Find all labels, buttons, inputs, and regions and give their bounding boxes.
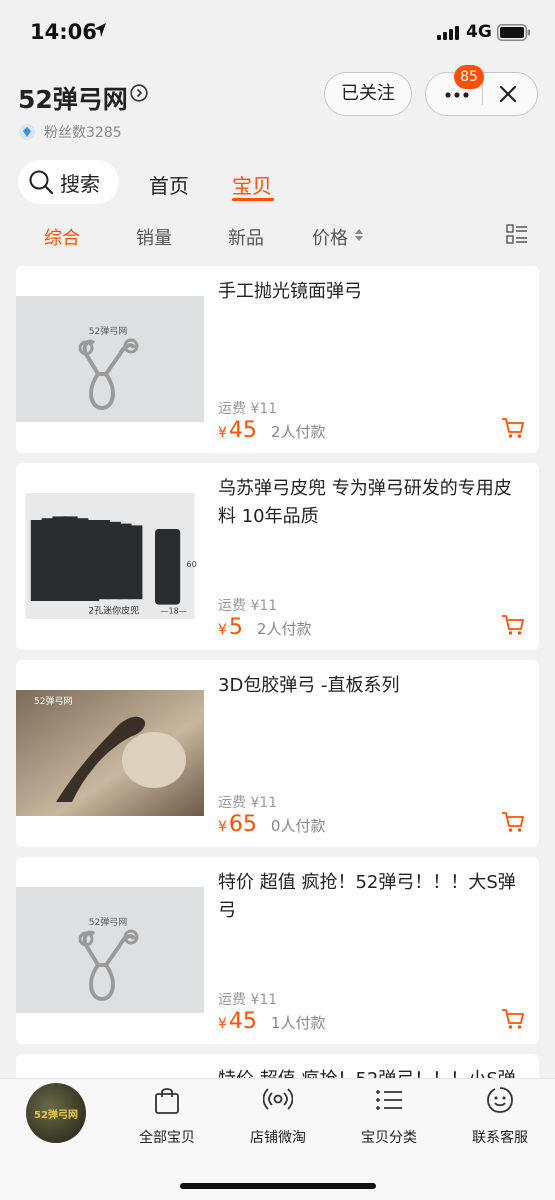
sort-comprehensive[interactable]: 综合 (44, 224, 80, 250)
status-bar: 14:06 4G (0, 0, 555, 66)
tab-home[interactable]: 首页 (149, 170, 189, 199)
image-dimension: —18— (160, 606, 186, 616)
shop-name[interactable]: 52弹弓网 (18, 80, 128, 116)
chat-face-icon (487, 1087, 513, 1113)
paid-count: 1人付款 (270, 1014, 326, 1032)
image-watermark: 52弹弓网 (34, 695, 72, 707)
price: 5 (228, 615, 243, 640)
shop-header: 14:06 4G 52弹弓网 粉丝数3285 已关注 85 搜索 首页 宝贝 综… (0, 0, 555, 256)
product-image[interactable]: 60 —18— 2孔迷你皮兜 (16, 493, 204, 619)
network-type: 4G (466, 22, 492, 42)
fans-count: 粉丝数3285 (18, 122, 122, 142)
tab-label: 全部宝贝 (139, 1130, 195, 1146)
location-arrow-icon (94, 23, 106, 37)
list-icon (376, 1090, 402, 1110)
shipping-fee: 运费 ¥11 (218, 795, 278, 811)
sort-arrows-icon (355, 229, 363, 241)
image-dimension: 60 (187, 559, 197, 569)
message-badge: 85 (454, 65, 484, 89)
battery-icon (497, 24, 530, 41)
price: 45 (228, 1009, 257, 1034)
sort-sales[interactable]: 销量 (136, 224, 172, 250)
tab-label: 店铺微淘 (250, 1130, 306, 1146)
tab-categories[interactable]: 宝贝分类 (344, 1085, 434, 1147)
tab-shop-feed[interactable]: 店铺微淘 (233, 1085, 323, 1147)
product-image[interactable]: 52弹弓网 (16, 690, 204, 816)
price: 65 (228, 812, 257, 837)
product-card[interactable]: 52弹弓网 特价 超值 疯抢！52弹弓！！！大S弹弓 运费 ¥11 ¥ 45 1… (16, 857, 539, 1044)
broadcast-icon (263, 1088, 293, 1110)
tab-products[interactable]: 宝贝 (232, 170, 272, 199)
fans-label: 粉丝数3285 (44, 125, 122, 141)
currency-symbol: ¥ (218, 1016, 227, 1032)
bag-icon (155, 1088, 179, 1114)
close-icon[interactable] (498, 84, 518, 104)
status-time: 14:06 (30, 20, 97, 44)
cart-icon[interactable] (501, 614, 525, 636)
tab-customer-service[interactable]: 联系客服 (455, 1085, 545, 1147)
bottom-tab-bar: 52弹弓网 全部宝贝 店铺微淘 宝贝分类 联系客服 (0, 1078, 555, 1200)
chevron-right-circle-icon[interactable] (130, 84, 148, 102)
search-label: 搜索 (60, 171, 100, 196)
image-watermark: 52弹弓网 (89, 916, 127, 928)
paid-count: 2人付款 (270, 423, 326, 441)
paid-count: 2人付款 (256, 620, 312, 638)
shipping-fee: 运费 ¥11 (218, 401, 278, 417)
cart-icon[interactable] (501, 1008, 525, 1030)
cart-icon[interactable] (501, 417, 525, 439)
cart-icon[interactable] (501, 811, 525, 833)
search-button[interactable]: 搜索 (18, 160, 119, 204)
sort-new[interactable]: 新品 (228, 224, 264, 250)
product-title[interactable]: 3D包胶弹弓 -直板系列 (218, 672, 524, 700)
price-row: ¥ 65 0人付款 (218, 812, 325, 837)
tab-all-products[interactable]: 全部宝贝 (122, 1085, 212, 1147)
shop-logo[interactable]: 52弹弓网 (26, 1083, 86, 1143)
price: 45 (228, 418, 257, 443)
product-card[interactable]: 52弹弓网 3D包胶弹弓 -直板系列 运费 ¥11 ¥ 65 0人付款 (16, 660, 539, 847)
product-title[interactable]: 手工抛光镜面弹弓 (218, 278, 524, 306)
product-card[interactable]: 60 —18— 2孔迷你皮兜 乌苏弹弓皮兜 专为弹弓研发的专用皮料 10年品质 … (16, 463, 539, 650)
tab-label: 联系客服 (472, 1130, 528, 1146)
signal-icon (437, 26, 459, 40)
image-watermark: 52弹弓网 (89, 325, 127, 337)
capsule-divider (482, 83, 483, 105)
diamond-icon (19, 124, 35, 140)
product-image[interactable]: 52弹弓网 (16, 887, 204, 1013)
price-row: ¥ 5 2人付款 (218, 615, 311, 640)
currency-symbol: ¥ (218, 425, 227, 441)
home-indicator[interactable] (180, 1183, 376, 1189)
product-card[interactable]: 52弹弓网 手工抛光镜面弹弓 运费 ¥11 ¥ 45 2人付款 (16, 266, 539, 453)
product-image[interactable]: 52弹弓网 (16, 296, 204, 422)
search-icon (29, 170, 54, 195)
shipping-fee: 运费 ¥11 (218, 992, 278, 1008)
shipping-fee: 运费 ¥11 (218, 598, 278, 614)
price-row: ¥ 45 1人付款 (218, 1009, 325, 1034)
product-title[interactable]: 特价 超值 疯抢！52弹弓！！！大S弹弓 (218, 869, 524, 925)
active-tab-indicator (232, 198, 274, 201)
image-caption: 2孔迷你皮兜 (88, 605, 139, 617)
price-row: ¥ 45 2人付款 (218, 418, 325, 443)
tab-label: 宝贝分类 (361, 1130, 417, 1146)
grid-list-toggle-icon[interactable] (506, 224, 528, 244)
follow-button[interactable]: 已关注 (324, 72, 412, 116)
currency-symbol: ¥ (218, 819, 227, 835)
currency-symbol: ¥ (218, 622, 227, 638)
sort-price[interactable]: 价格 (312, 224, 348, 250)
product-title[interactable]: 乌苏弹弓皮兜 专为弹弓研发的专用皮料 10年品质 (218, 475, 524, 531)
paid-count: 0人付款 (270, 817, 326, 835)
